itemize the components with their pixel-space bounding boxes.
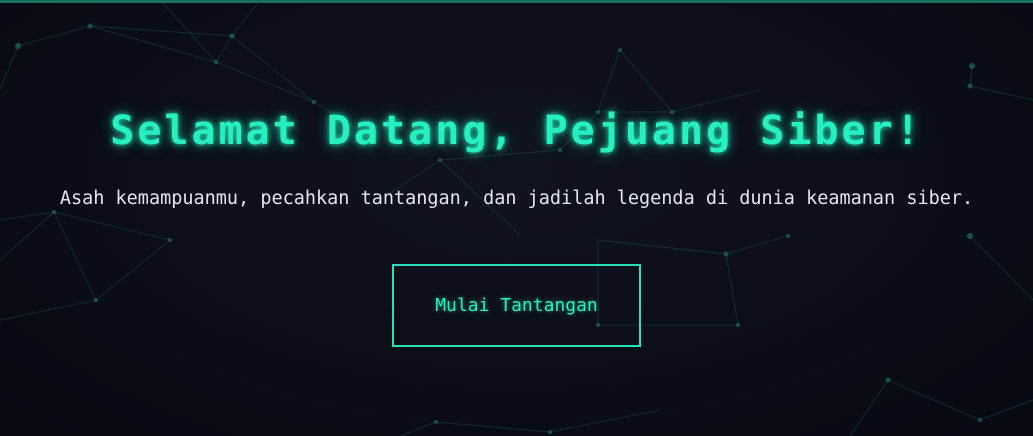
hero-section: Selamat Datang, Pejuang Siber! Asah kema…: [0, 0, 1033, 436]
hero-title: Selamat Datang, Pejuang Siber!: [110, 108, 923, 154]
network-background: [0, 0, 1033, 436]
network-lines: [0, 0, 1033, 436]
network-nodes: [15, 23, 982, 434]
hero-subtitle: Asah kemampuanmu, pecahkan tantangan, da…: [59, 188, 974, 209]
start-challenge-button[interactable]: Mulai Tantangan: [392, 264, 641, 347]
